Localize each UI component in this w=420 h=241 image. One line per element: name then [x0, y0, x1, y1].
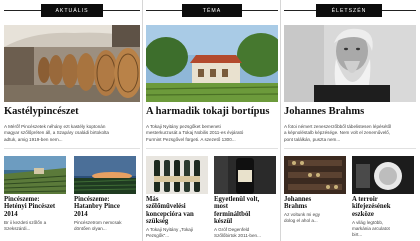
- section-header-aktualis[interactable]: AKTUÁLIS: [41, 4, 103, 17]
- column-tema: TÉMA A harmadik tokaji bortípus A Tokaji…: [146, 0, 278, 241]
- thumb-image-bottles[interactable]: [146, 156, 208, 194]
- thumb-image-glass[interactable]: [352, 156, 414, 194]
- title-line[interactable]: Hetényi Pincészet: [4, 203, 70, 210]
- excerpt-line: Szekszárdi...: [4, 226, 31, 232]
- featured-image-cellar[interactable]: [4, 25, 140, 102]
- column-eletszen: ÉLETSZÉN Johannes Brahms A fotoi némert …: [284, 0, 416, 241]
- excerpt-line: Szőlőbirtok 2011-ben...: [214, 233, 261, 239]
- title-line[interactable]: Más: [146, 196, 210, 203]
- featured-excerpt: A fotoi némert zeneszerzőbből tábelistes…: [284, 124, 416, 143]
- thumb-image-label[interactable]: [214, 156, 276, 194]
- title-line[interactable]: készül: [214, 218, 278, 225]
- title-line[interactable]: Pincészeme:: [74, 196, 140, 203]
- featured-excerpt: A Mérőf Pincészetek néhány ezt kastély k…: [4, 124, 140, 143]
- excerpt-line: adtuk, amig 1919-ben nem...: [4, 136, 63, 142]
- title-line[interactable]: szükség: [146, 218, 210, 225]
- item-excerpt: Br ii kezdeti szőlőn a Szekszárdi...: [4, 220, 70, 232]
- item-title[interactable]: Pincészeme: Hatanbry Pince 2014: [74, 196, 140, 218]
- title-line[interactable]: szőlőművelési: [146, 203, 210, 210]
- title-line[interactable]: Egyetlenül volt,: [214, 196, 278, 203]
- item-excerpt: A világ legtöbb, markánia arculatot birt…: [352, 220, 416, 239]
- featured-image-portrait[interactable]: [284, 25, 416, 102]
- featured-image-winery[interactable]: [146, 25, 278, 102]
- featured-title[interactable]: Johannes Brahms: [284, 106, 364, 118]
- title-line[interactable]: Hatanbry Pince: [74, 203, 140, 210]
- item-excerpt: Pincészetrom nemcsak döntően olyan...: [74, 220, 140, 232]
- featured-title[interactable]: Kastélypincészet: [4, 106, 79, 118]
- featured-title[interactable]: A harmadik tokaji bortípus: [146, 106, 269, 118]
- title-line[interactable]: 2014: [4, 211, 70, 218]
- excerpt-line: Pezsgők"...: [146, 233, 170, 239]
- item-title[interactable]: Egyetlenül volt, most fermináltból készü…: [214, 196, 278, 226]
- title-line[interactable]: koncepcióra van: [146, 211, 210, 218]
- title-line[interactable]: most: [214, 203, 278, 210]
- thumb-image-shelves[interactable]: [284, 156, 346, 194]
- column-divider: [280, 0, 281, 241]
- item-title[interactable]: Johannes Brahms: [284, 196, 348, 211]
- title-line[interactable]: Johannes: [284, 196, 348, 203]
- column-aktualis: AKTUÁLIS Kastélypincészet A Mérőf Pincés…: [4, 0, 140, 241]
- separator: [146, 148, 278, 149]
- excerpt-line: döntően olyan...: [74, 226, 107, 232]
- section-header-eletszen[interactable]: ÉLETSZÉN: [316, 4, 382, 17]
- title-line[interactable]: 2014: [74, 211, 140, 218]
- column-divider: [142, 0, 143, 241]
- featured-excerpt: A Tokaji Nyitány pezsgőket bemeneti mest…: [146, 124, 278, 143]
- title-line[interactable]: A terroir: [352, 196, 416, 203]
- excerpt-line: Furmint Pezsgővel fürgeti. A szezető 130…: [146, 136, 236, 142]
- excerpt-line: dolog el ahol a...: [284, 218, 318, 224]
- item-title[interactable]: Más szőlőművelési koncepcióra van szüksé…: [146, 196, 210, 226]
- title-line[interactable]: eszköze: [352, 211, 416, 218]
- separator: [4, 148, 140, 149]
- item-excerpt: Az voltunk mi egy dolog el ahol a...: [284, 212, 348, 224]
- excerpt-line: birt...: [352, 232, 363, 238]
- section-header-tema[interactable]: TÉMA: [182, 4, 242, 17]
- title-line[interactable]: Pincészeme:: [4, 196, 70, 203]
- item-title[interactable]: A terroir kifejezésének eszköze: [352, 196, 416, 218]
- title-line[interactable]: fermináltból: [214, 211, 278, 218]
- separator: [284, 148, 416, 149]
- thumb-image-sunset[interactable]: [74, 156, 136, 194]
- title-line[interactable]: Brahms: [284, 203, 348, 210]
- excerpt-line: pont találkán, puszta nem...: [284, 136, 341, 142]
- item-excerpt: A Gróf Degenfeld Szőlőbirtok 2011-ben...: [214, 227, 278, 239]
- title-line[interactable]: kifejezésének: [352, 203, 416, 210]
- item-excerpt: A Tokaji Nyitány „Tokaji Pezsgők"...: [146, 227, 212, 239]
- item-title[interactable]: Pincészeme: Hetényi Pincészet 2014: [4, 196, 70, 218]
- thumb-image-vineyard[interactable]: [4, 156, 66, 194]
